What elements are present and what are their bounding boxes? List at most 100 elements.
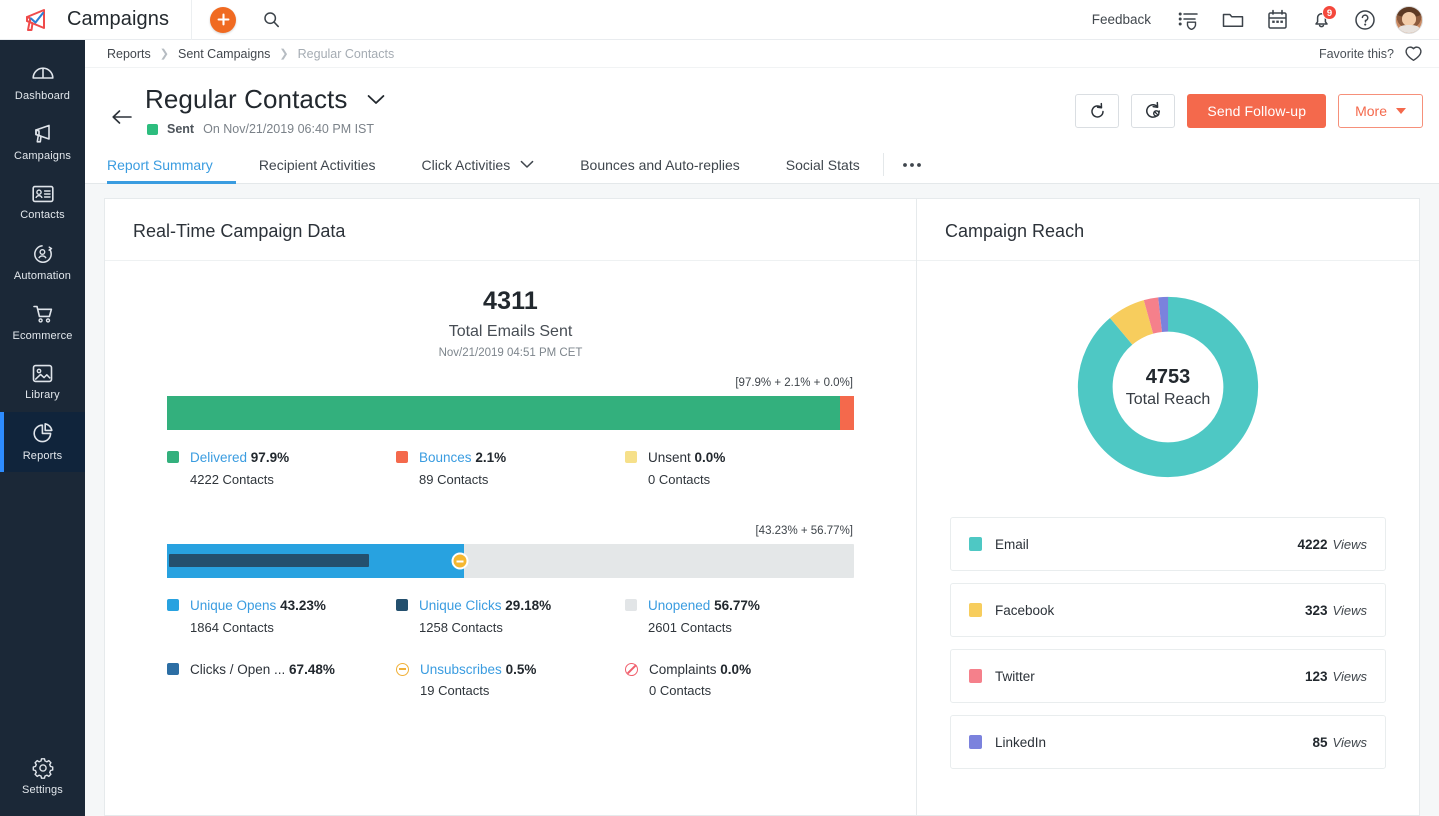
search-button[interactable] — [254, 0, 288, 40]
breadcrumb-item-sent-campaigns[interactable]: Sent Campaigns — [178, 47, 270, 61]
channel-label: Twitter — [995, 669, 1035, 684]
brand[interactable]: Campaigns — [0, 6, 169, 34]
favorite-toggle[interactable]: Favorite this? — [1319, 45, 1423, 62]
legend-sub: 2601 Contacts — [648, 619, 760, 638]
sidebar-item-settings[interactable]: Settings — [0, 746, 85, 806]
send-follow-up-button[interactable]: Send Follow-up — [1187, 94, 1326, 128]
sidebar-item-automation[interactable]: Automation — [0, 232, 85, 292]
channel-views-unit: Views — [1333, 735, 1367, 750]
square-swatch-icon — [969, 537, 982, 551]
tab-label: Report Summary — [107, 157, 213, 173]
pie-chart-icon — [31, 422, 54, 445]
activity-list-button[interactable] — [1167, 0, 1211, 40]
legend-name[interactable]: Unique Opens — [190, 598, 276, 613]
sidebar-item-label: Library — [25, 389, 60, 401]
reach-card-linkedin[interactable]: LinkedIn 85 Views — [950, 715, 1386, 769]
legend-name[interactable]: Unique Clicks — [419, 598, 502, 613]
tab-social-stats[interactable]: Social Stats — [763, 146, 883, 183]
reach-card-twitter[interactable]: Twitter 123 Views — [950, 649, 1386, 703]
sidebar-item-library[interactable]: Library — [0, 352, 85, 412]
legend-name[interactable]: Unsubscribes — [420, 662, 502, 677]
sidebar-item-label: Dashboard — [15, 90, 70, 102]
reach-panel: Campaign Reach — [917, 198, 1420, 816]
channel-label: Email — [995, 537, 1029, 552]
legend-name: Clicks / Open ... — [190, 662, 285, 677]
square-swatch-icon — [167, 451, 179, 463]
sidebar-item-label: Automation — [14, 270, 71, 282]
more-button[interactable]: More — [1338, 94, 1423, 128]
user-avatar[interactable] — [1395, 6, 1423, 34]
campaign-menu-button[interactable] — [363, 90, 389, 109]
legend-item-clicks-per-open: Clicks / Open ... 67.48% — [167, 660, 396, 680]
legend-sub: 89 Contacts — [419, 471, 506, 490]
engagement-legend: Unique Opens 43.23% 1864 Contacts — [167, 596, 854, 701]
legend-item-delivered[interactable]: Delivered 97.9% 4222 Contacts — [167, 448, 396, 489]
notifications-button[interactable]: 9 — [1299, 0, 1343, 40]
circle-minus-icon — [396, 663, 409, 676]
bar-segment-bounces[interactable] — [840, 396, 854, 430]
tab-recipient-activities[interactable]: Recipient Activities — [236, 146, 399, 183]
channel-views: 85 — [1313, 735, 1328, 750]
legend-sub: 0 Contacts — [649, 682, 751, 701]
sidebar-item-reports[interactable]: Reports — [0, 412, 85, 472]
legend-value: 0.0% — [720, 662, 751, 677]
legend-value: 43.23% — [280, 598, 326, 613]
topbar-actions: Feedback — [1076, 0, 1439, 40]
legend-name[interactable]: Delivered — [190, 450, 247, 465]
delivery-bar[interactable] — [167, 396, 854, 430]
reach-title: Campaign Reach — [945, 221, 1391, 242]
sidebar-item-contacts[interactable]: Contacts — [0, 172, 85, 232]
back-button[interactable] — [107, 102, 137, 132]
chevron-down-icon — [367, 94, 385, 105]
legend-value: 67.48% — [289, 662, 335, 677]
breadcrumb-separator: ❯ — [160, 47, 169, 60]
report-content: Real-Time Campaign Data 4311 Total Email… — [85, 184, 1439, 816]
tab-click-activities[interactable]: Click Activities — [399, 146, 558, 183]
legend-item-complaints: Complaints 0.0% 0 Contacts — [625, 660, 854, 701]
sidebar-item-label: Reports — [23, 450, 63, 462]
square-swatch-icon — [167, 599, 179, 611]
bar-segment-unique-clicks[interactable] — [169, 554, 369, 567]
legend-item-unique-clicks[interactable]: Unique Clicks 29.18% 1258 Contacts — [396, 596, 625, 637]
body-row: Dashboard Campaigns Contacts — [0, 40, 1439, 816]
donut-center: 4753 Total Reach — [1072, 291, 1264, 483]
sidebar-item-dashboard[interactable]: Dashboard — [0, 52, 85, 112]
legend-item-unopened[interactable]: Unopened 56.77% 2601 Contacts — [625, 596, 854, 637]
legend-name[interactable]: Bounces — [419, 450, 472, 465]
unsubscribes-marker[interactable] — [451, 553, 468, 570]
create-button[interactable] — [210, 7, 236, 33]
engagement-bar[interactable] — [167, 544, 854, 578]
refresh-disabled-button[interactable] — [1131, 94, 1175, 128]
arrow-left-icon — [111, 109, 133, 125]
legend-column: Delivered 97.9% 4222 Contacts — [167, 448, 396, 489]
legend-name[interactable]: Unopened — [648, 598, 710, 613]
legend-item-unique-opens[interactable]: Unique Opens 43.23% 1864 Contacts — [167, 596, 396, 637]
refresh-button[interactable] — [1075, 94, 1119, 128]
reach-card-email[interactable]: Email 4222 Views — [950, 517, 1386, 571]
legend-sub: 1864 Contacts — [190, 619, 326, 638]
folder-button[interactable] — [1211, 0, 1255, 40]
legend-value: 0.0% — [695, 450, 726, 465]
channel-views-unit: Views — [1333, 669, 1367, 684]
tab-report-summary[interactable]: Report Summary — [107, 146, 236, 183]
breadcrumb-item-reports[interactable]: Reports — [107, 47, 151, 61]
app-root: Campaigns Feedback — [0, 0, 1439, 816]
top-bar: Campaigns Feedback — [0, 0, 1439, 40]
sidebar-item-campaigns[interactable]: Campaigns — [0, 112, 85, 172]
page-title: Regular Contacts — [145, 84, 347, 115]
legend-item-bounces[interactable]: Bounces 2.1% 89 Contacts — [396, 448, 625, 489]
legend-value: 29.18% — [505, 598, 551, 613]
help-button[interactable] — [1343, 0, 1387, 40]
feedback-link[interactable]: Feedback — [1076, 12, 1167, 27]
channel-views: 323 — [1305, 603, 1328, 618]
tabs-overflow-button[interactable] — [884, 146, 940, 183]
reach-donut-chart[interactable]: 4753 Total Reach — [1072, 291, 1264, 483]
reach-card-facebook[interactable]: Facebook 323 Views — [950, 583, 1386, 637]
calendar-button[interactable] — [1255, 0, 1299, 40]
sidebar-item-label: Contacts — [20, 209, 65, 221]
bar-segment-delivered[interactable] — [167, 396, 840, 430]
tab-bounces-auto-replies[interactable]: Bounces and Auto-replies — [557, 146, 763, 183]
sidebar-item-ecommerce[interactable]: Ecommerce — [0, 292, 85, 352]
legend-item-unsubscribes[interactable]: Unsubscribes 0.5% 19 Contacts — [396, 660, 625, 701]
report-tabs: Report Summary Recipient Activities Clic… — [85, 146, 1439, 184]
